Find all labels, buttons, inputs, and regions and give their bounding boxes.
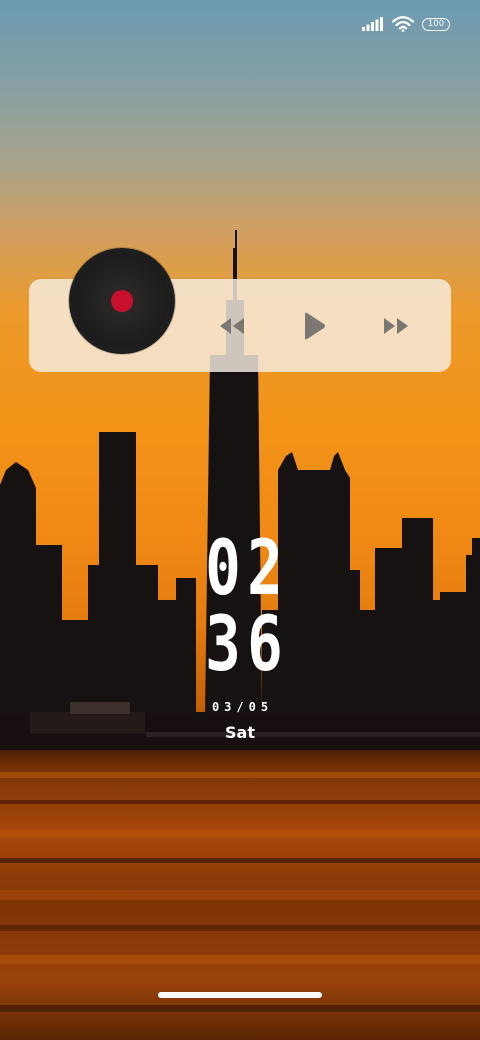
play-icon [302,312,326,340]
date-label: 03/05 [211,700,274,714]
home-indicator[interactable] [158,992,322,998]
wifi-icon [392,16,414,32]
clock-hour: 02 [205,523,290,612]
play-button[interactable] [296,306,332,346]
cellular-signal-icon [362,17,384,31]
battery-level: 100 [427,18,445,29]
lock-screen: 100 02 36 03/05 Sat [0,0,480,1040]
previous-track-button[interactable] [214,306,250,346]
vinyl-record-icon[interactable] [69,248,175,354]
vinyl-label [111,290,133,312]
clock-minute: 36 [205,599,290,688]
status-bar: 100 [362,16,450,32]
wallpaper-city-skyline [0,230,480,1040]
rewind-icon [219,317,245,335]
next-track-button[interactable] [378,306,414,346]
fast-forward-icon [383,317,409,335]
weekday-label: Sat [225,723,255,742]
battery-icon: 100 [422,17,450,31]
